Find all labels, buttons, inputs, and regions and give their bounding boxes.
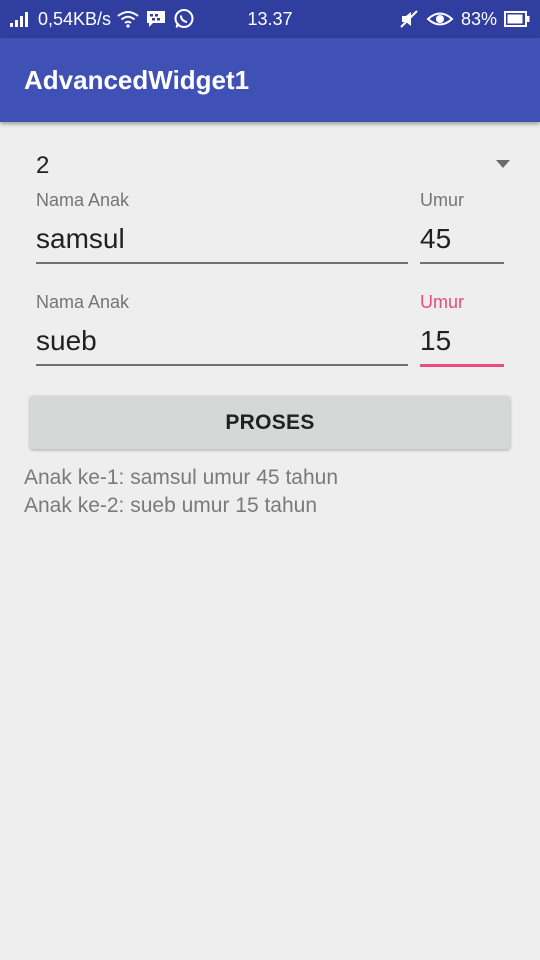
count-spinner[interactable]: 2 xyxy=(24,138,516,194)
signal-icon xyxy=(10,11,32,27)
child-2-age-label: Umur xyxy=(420,292,464,312)
result-text: Anak ke-1: samsul umur 45 tahun Anak ke-… xyxy=(24,464,338,520)
child-1-age-field: Umur xyxy=(420,190,504,270)
child-2-name-field: Nama Anak xyxy=(36,292,408,372)
child-2-name-input[interactable] xyxy=(36,318,408,366)
child-1-age-label: Umur xyxy=(420,190,464,210)
wifi-icon xyxy=(117,10,139,28)
spinner-selected-value: 2 xyxy=(36,152,50,179)
child-1-name-label: Nama Anak xyxy=(36,190,130,210)
result-line-2: Anak ke-2: sueb umur 15 tahun xyxy=(24,494,318,517)
status-right: 83% xyxy=(399,0,530,38)
bbm-icon xyxy=(145,9,167,29)
clock: 13.37 xyxy=(247,9,293,29)
eye-icon xyxy=(426,10,454,28)
battery-percent: 83% xyxy=(460,8,497,29)
whatsapp-icon xyxy=(173,8,195,30)
proses-button[interactable]: PROSES xyxy=(30,396,510,449)
child-2-age-input[interactable] xyxy=(420,318,504,367)
result-line-1: Anak ke-1: samsul umur 45 tahun xyxy=(24,466,338,489)
status-left: 0,54KB/s xyxy=(10,0,195,38)
child-2-name-label: Nama Anak xyxy=(36,292,130,312)
child-1-name-input[interactable] xyxy=(36,216,408,264)
dropdown-arrow-icon xyxy=(496,160,510,168)
app-bar: AdvancedWidget1 xyxy=(0,38,540,122)
mute-icon xyxy=(399,9,419,29)
child-1-name-field: Nama Anak xyxy=(36,190,408,270)
network-speed: 0,54KB/s xyxy=(38,8,112,29)
child-2-age-field: Umur xyxy=(420,292,504,372)
status-bar: 0,54KB/s 13.37 83% xyxy=(0,0,540,38)
child-1-age-input[interactable] xyxy=(420,216,504,264)
battery-icon xyxy=(504,11,530,27)
app-title: AdvancedWidget1 xyxy=(24,65,250,95)
